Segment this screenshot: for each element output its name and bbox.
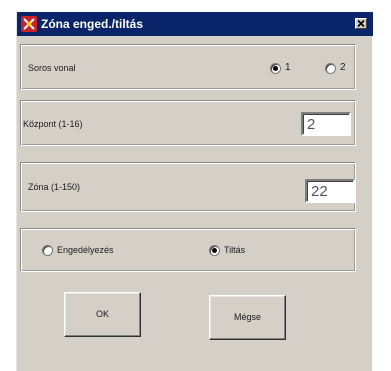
ok-button[interactable]: OK: [64, 292, 141, 337]
serial-line-1-radio[interactable]: [270, 63, 281, 74]
serial-line-1-label[interactable]: 1: [285, 62, 291, 74]
cancel-button[interactable]: Mégse: [209, 295, 286, 340]
enable-radio[interactable]: [42, 245, 53, 256]
disable-radio[interactable]: [209, 245, 220, 256]
title-bar[interactable]: Zóna enged./tiltás: [17, 12, 373, 36]
enable-label[interactable]: Engedélyezés: [57, 244, 114, 256]
zone-dialog-window: Zóna enged./tiltás Soros vonal 1 2 Közpo…: [16, 12, 373, 371]
app-icon: [21, 16, 37, 32]
mode-group: Engedélyezés Tiltás: [20, 228, 356, 272]
central-unit-input[interactable]: 2: [301, 112, 351, 136]
close-icon[interactable]: [355, 18, 367, 29]
zone-input[interactable]: 22: [305, 179, 355, 203]
zone-label: Zóna (1-150): [28, 182, 81, 192]
serial-line-2-radio[interactable]: [325, 63, 336, 74]
central-unit-label: Központ (1-16): [23, 119, 83, 129]
central-unit-group: Központ (1-16) 2: [20, 100, 356, 146]
window-title: Zóna enged./tiltás: [41, 17, 144, 31]
disable-label[interactable]: Tiltás: [224, 244, 245, 256]
zone-group: Zóna (1-150) 22: [20, 162, 356, 212]
serial-line-2-label[interactable]: 2: [340, 62, 346, 74]
serial-line-label: Soros vonal: [28, 63, 76, 73]
serial-line-group: Soros vonal 1 2: [20, 44, 356, 90]
